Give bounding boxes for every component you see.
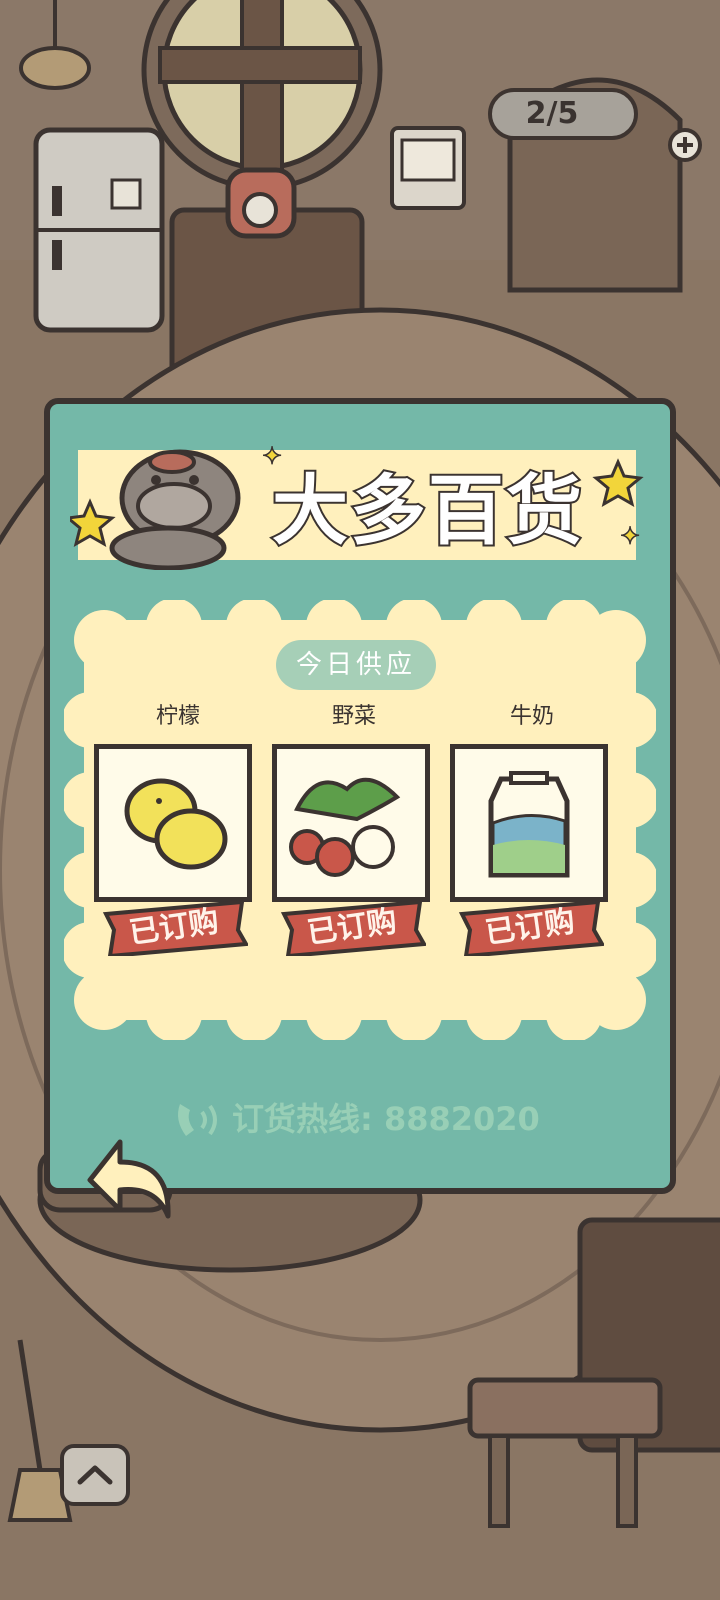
item-card-milk[interactable] [450,744,608,902]
wall-calendar [390,126,466,210]
ordered-stamp-vegetable: 已订购 [278,900,426,956]
ordered-stamp-lemon: 已订购 [100,900,248,956]
item-name-lemon: 柠檬 [155,704,200,729]
counter-text: 2/5 [525,96,579,131]
counter-badge: 2/5 [488,88,638,140]
plus-icon[interactable] [668,128,702,162]
phone-icon [178,1104,217,1136]
expand-up-button[interactable] [60,1444,130,1506]
item-name-vegetable: 野菜 [331,704,376,729]
hotline-text: 订货热线: 8882020 [232,1100,540,1138]
item-card-lemon[interactable] [94,744,252,902]
svg-text:✦: ✦ [620,522,640,550]
back-arrow-icon[interactable] [80,1130,180,1230]
telephone [225,167,297,239]
lemon-icon [124,778,228,870]
chevron-up-icon [77,1465,113,1485]
supply-header-text: 今日供应 [295,650,416,680]
vegetable-icon [289,777,401,877]
milk-carton-icon [488,771,570,878]
item-name-milk: 牛奶 [509,704,554,729]
fridge [33,127,165,333]
item-card-vegetable[interactable] [272,744,430,902]
ordered-stamp-milk: 已订购 [456,900,604,956]
supply-header: 今日供应 [276,640,436,690]
shop-title: 大多百货 [270,464,584,557]
